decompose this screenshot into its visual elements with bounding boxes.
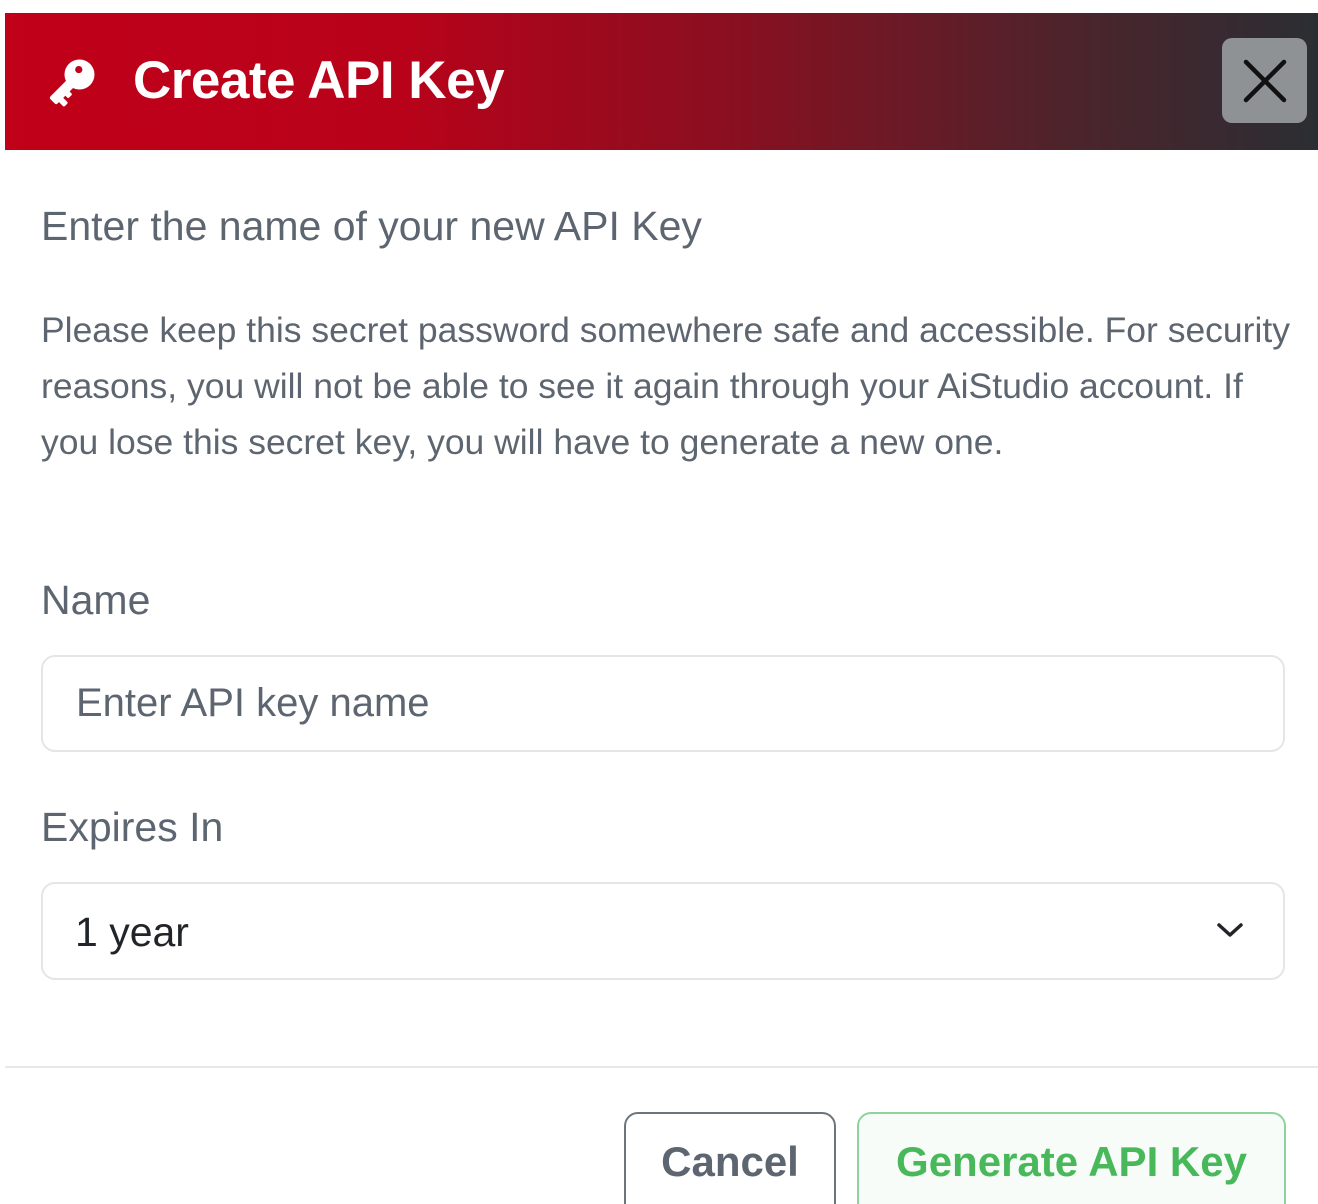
generate-api-key-button[interactable]: Generate API Key xyxy=(857,1112,1286,1204)
modal-title: Create API Key xyxy=(133,51,505,110)
name-label: Name xyxy=(41,577,151,623)
expires-in-label: Expires In xyxy=(41,804,224,850)
modal-subtitle: Enter the name of your new API Key xyxy=(41,203,702,249)
modal-header: Create API Key xyxy=(5,13,1318,150)
create-api-key-modal: Create API Key Enter the name of your ne… xyxy=(0,0,1318,1204)
chevron-down-icon xyxy=(1217,923,1243,937)
expires-in-value: 1 year xyxy=(75,909,189,955)
security-notice: Please keep this secret password somewhe… xyxy=(41,310,1291,462)
api-key-name-input[interactable] xyxy=(41,655,1285,752)
close-icon xyxy=(1243,59,1286,102)
footer-divider xyxy=(5,1066,1318,1068)
key-icon xyxy=(49,59,95,107)
cancel-button[interactable]: Cancel xyxy=(624,1112,836,1204)
close-button[interactable] xyxy=(1222,38,1307,123)
expires-in-select[interactable]: 1 year xyxy=(41,882,1285,980)
